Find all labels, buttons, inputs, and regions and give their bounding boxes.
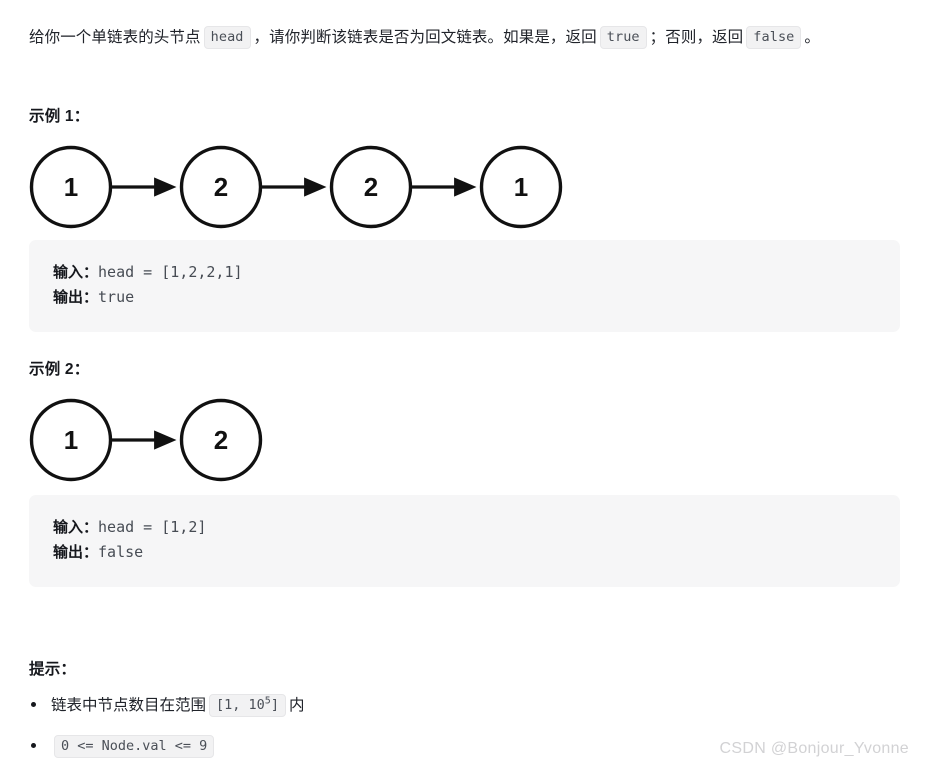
range-tail: ] xyxy=(270,697,279,713)
example-2-output-line: 输出：false xyxy=(53,540,876,565)
inline-code-true: true xyxy=(599,25,647,49)
example-1-input-line: 输入：head = [1,2,2,1] xyxy=(53,260,876,285)
input-label: 输入： xyxy=(53,519,99,536)
list-item: 链表中节点数目在范围 [1, 105] 内 xyxy=(29,694,889,717)
input-value: head = [1,2,2,1] xyxy=(98,263,243,281)
example-2-io-block: 输入：head = [1,2] 输出：false xyxy=(29,495,900,587)
hints-list: 链表中节点数目在范围 [1, 105] 内 0 <= Node.val <= 9 xyxy=(29,694,889,776)
input-label: 输入： xyxy=(53,264,99,281)
statement-part-2: ，请你判断该链表是否为回文链表。如果是，返回 xyxy=(253,28,597,46)
example-2-title: 示例 2： xyxy=(29,361,90,378)
example-1-title: 示例 1： xyxy=(29,108,90,125)
input-value: head = [1,2] xyxy=(98,518,207,536)
hint-prefix: 链表中节点数目在范围 xyxy=(51,696,207,714)
bullet-icon xyxy=(31,743,36,748)
hints-title: 提示： xyxy=(29,661,77,678)
linked-list-svg-2: 1 2 xyxy=(29,398,263,482)
problem-statement: 给你一个单链表的头节点 head ，请你判断该链表是否为回文链表。如果是，返回 tru… xyxy=(29,24,909,52)
bullet-icon xyxy=(31,702,36,707)
output-label: 输出： xyxy=(53,289,99,306)
statement-part-3: ；否则，返回 xyxy=(649,28,744,46)
statement-part-4: 。 xyxy=(804,28,821,46)
linked-list-svg-1: 1 2 2 1 xyxy=(29,145,563,229)
example-1-linked-list-diagram: 1 2 2 1 xyxy=(29,143,574,231)
node-value: 1 xyxy=(514,172,528,202)
node-value: 2 xyxy=(214,425,228,455)
inline-code-false: false xyxy=(746,25,802,49)
node-value: 1 xyxy=(64,172,78,202)
range-base: [1, 10 xyxy=(216,697,265,713)
inline-code-node-val: 0 <= Node.val <= 9 xyxy=(54,735,215,758)
hint-suffix: 内 xyxy=(288,696,305,714)
statement-part-1: 给你一个单链表的头节点 xyxy=(29,28,201,46)
node-value: 2 xyxy=(364,172,378,202)
problem-page: 给你一个单链表的头节点 head ，请你判断该链表是否为回文链表。如果是，返回 tru… xyxy=(0,0,925,768)
output-value: true xyxy=(98,288,135,306)
example-1-io-block: 输入：head = [1,2,2,1] 输出：true xyxy=(29,240,900,332)
output-label: 输出： xyxy=(53,544,99,561)
example-2-input-line: 输入：head = [1,2] xyxy=(53,515,876,540)
output-value: false xyxy=(98,543,144,561)
node-value: 2 xyxy=(214,172,228,202)
example-2-linked-list-diagram: 1 2 xyxy=(29,396,274,484)
node-value: 1 xyxy=(64,425,78,455)
inline-code-range: [1, 105] xyxy=(209,694,286,717)
inline-code-head: head xyxy=(203,25,251,49)
watermark: CSDN @Bonjour_Yvonne xyxy=(719,740,909,757)
example-1-output-line: 输出：true xyxy=(53,285,876,310)
